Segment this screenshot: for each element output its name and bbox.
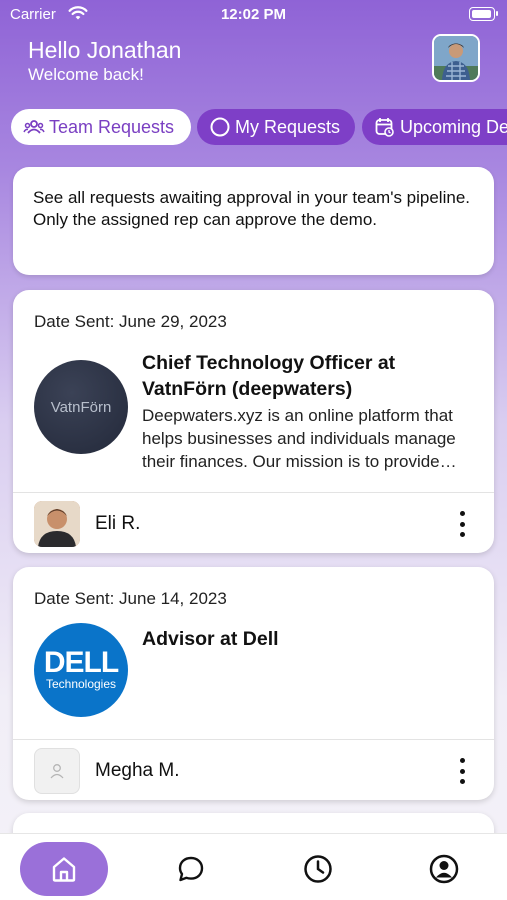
- calendar-icon: [375, 118, 394, 137]
- greeting-title: Hello Jonathan: [28, 37, 182, 63]
- tab-label: My Requests: [235, 116, 341, 137]
- clock-time: 12:02 PM: [220, 6, 287, 23]
- company-logo: VatnFörn: [34, 360, 128, 454]
- greeting-subtitle: Welcome back!: [28, 65, 144, 84]
- request-card[interactable]: Date Sent: June 29, 2023 VatnFörn Chief …: [13, 290, 494, 553]
- date-sent: Date Sent: June 29, 2023: [34, 312, 227, 331]
- nav-chat[interactable]: [146, 842, 236, 896]
- tab-label: Team Requests: [49, 116, 175, 137]
- request-tabs: Team Requests My Requests Upcoming Demos: [11, 109, 507, 145]
- nav-home[interactable]: [20, 842, 108, 896]
- card-footer: Eli R.: [13, 492, 494, 553]
- tab-my-requests[interactable]: My Requests: [197, 109, 355, 145]
- request-title: Advisor at Dell: [142, 628, 279, 650]
- nav-history[interactable]: [273, 842, 363, 896]
- tab-team-requests[interactable]: Team Requests: [11, 109, 191, 145]
- rep-avatar: [34, 501, 80, 547]
- chat-icon: [178, 856, 204, 882]
- home-icon: [52, 857, 76, 882]
- user-avatar[interactable]: [432, 34, 480, 82]
- tab-label: Upcoming Demos: [400, 116, 507, 137]
- info-text: See all requests awaiting approval in yo…: [33, 188, 470, 229]
- logo-subtext: Technologies: [45, 677, 117, 691]
- logo-text: DELL: [43, 646, 119, 679]
- company-logo: DELL Technologies: [34, 623, 128, 717]
- more-options-icon[interactable]: [458, 758, 466, 784]
- rep-avatar-placeholder: [34, 748, 80, 794]
- team-icon: [23, 120, 45, 134]
- rep-name: Eli R.: [95, 513, 141, 534]
- info-card: See all requests awaiting approval in yo…: [13, 167, 494, 275]
- request-card[interactable]: Date Sent: June 14, 2023 DELL Technologi…: [13, 567, 494, 800]
- person-icon: [50, 764, 64, 779]
- logo-text: VatnFörn: [50, 398, 112, 416]
- clock-icon: [304, 855, 332, 883]
- status-bar: Carrier 12:02 PM: [0, 0, 507, 30]
- date-sent: Date Sent: June 14, 2023: [34, 589, 227, 608]
- nav-profile[interactable]: [399, 842, 489, 896]
- more-options-icon[interactable]: [458, 511, 466, 537]
- circle-icon: [210, 117, 230, 137]
- tab-upcoming-demos[interactable]: Upcoming Demos: [362, 109, 507, 145]
- battery-icon: [469, 7, 498, 21]
- profile-icon: [429, 854, 459, 884]
- bottom-nav: [0, 833, 507, 900]
- card-footer: Megha M.: [13, 739, 494, 800]
- request-description: Deepwaters.xyz is an online platform tha…: [142, 406, 456, 471]
- rep-name: Megha M.: [95, 760, 180, 781]
- request-title: Chief Technology Officer at VatnFörn (de…: [142, 352, 396, 400]
